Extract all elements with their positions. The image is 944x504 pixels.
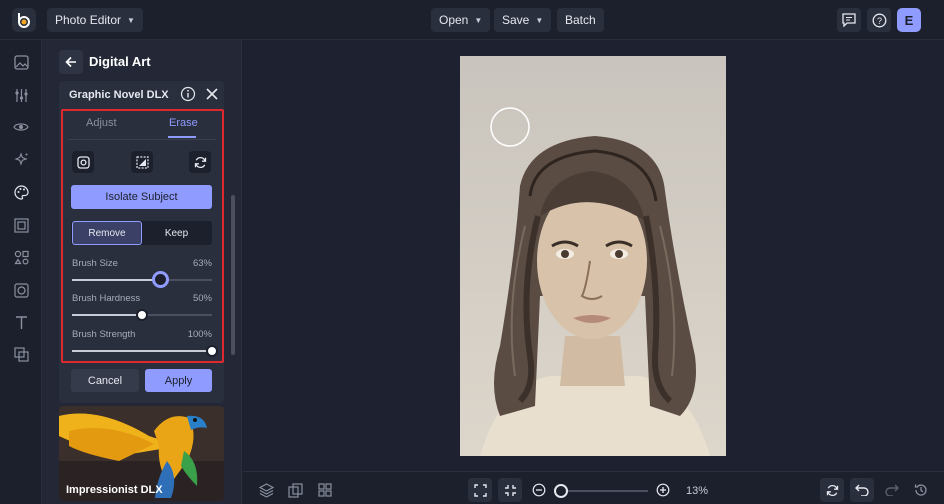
chevron-down-icon: ▼ xyxy=(474,15,483,25)
tab-adjust[interactable]: Adjust xyxy=(86,117,117,129)
refresh-icon xyxy=(826,484,838,496)
effect-thumbnail[interactable]: Impressionist DLX xyxy=(59,406,224,501)
app-menu-label: Photo Editor xyxy=(55,13,122,27)
adjust-sliders-icon[interactable] xyxy=(13,87,29,103)
brush-strength-value: 100% xyxy=(187,329,212,340)
brush-size-value: 63% xyxy=(192,258,212,269)
brush-strength-label: Brush Strength xyxy=(72,329,136,340)
frame-icon[interactable] xyxy=(13,217,29,233)
svg-text:?: ? xyxy=(876,15,881,25)
brush-strength-fill xyxy=(72,350,212,352)
tab-divider xyxy=(68,139,216,140)
collapse-icon xyxy=(504,484,516,496)
brush-strength-handle[interactable] xyxy=(206,345,218,357)
brush-size-fill xyxy=(72,279,161,281)
zoom-slider[interactable] xyxy=(558,490,648,492)
panel-title: Digital Art xyxy=(89,54,151,69)
brush-hardness-label: Brush Hardness xyxy=(72,293,141,304)
save-button[interactable]: Save ▼ xyxy=(494,8,552,32)
zoom-out-icon[interactable] xyxy=(529,480,549,500)
graphics-icon[interactable] xyxy=(13,249,29,265)
zoom-level: 13% xyxy=(686,485,709,497)
square-circle-icon xyxy=(76,155,90,169)
brush-size-label: Brush Size xyxy=(72,258,118,269)
eye-icon[interactable] xyxy=(13,119,29,135)
logo-icon xyxy=(18,13,30,28)
batch-label: Batch xyxy=(565,13,596,27)
zoom-slider-handle[interactable] xyxy=(554,484,568,498)
sparkle-effects-icon[interactable] xyxy=(13,151,29,167)
text-icon[interactable] xyxy=(13,314,29,330)
undo-icon xyxy=(855,484,869,496)
user-avatar[interactable]: E xyxy=(897,8,921,32)
brush-size-slider[interactable] xyxy=(72,279,212,281)
effect-thumbnail-label: Impressionist DLX xyxy=(66,484,163,496)
rotate-button[interactable] xyxy=(820,478,844,502)
effect-name: Graphic Novel DLX xyxy=(69,89,169,101)
brush-strength-slider[interactable] xyxy=(72,350,212,352)
keep-mode-button[interactable]: Keep xyxy=(142,221,211,245)
comments-button[interactable] xyxy=(837,8,861,32)
help-button[interactable]: ? xyxy=(867,8,891,32)
grid-icon[interactable] xyxy=(315,480,335,500)
batch-button[interactable]: Batch xyxy=(557,8,604,32)
refresh-icon xyxy=(194,156,206,168)
history-icon[interactable] xyxy=(911,480,931,500)
brush-size-handle[interactable] xyxy=(151,271,169,288)
layers-icon[interactable] xyxy=(256,480,276,500)
open-label: Open xyxy=(439,13,469,27)
help-icon: ? xyxy=(872,13,886,27)
active-tab-indicator xyxy=(168,136,196,138)
info-icon[interactable] xyxy=(180,86,196,102)
undo-button[interactable] xyxy=(850,478,874,502)
expand-icon xyxy=(473,483,487,497)
save-label: Save xyxy=(502,13,530,27)
app-menu-button[interactable]: Photo Editor ▼ xyxy=(47,8,143,32)
image-icon[interactable] xyxy=(13,54,29,70)
app-logo[interactable] xyxy=(12,8,36,32)
fit-to-screen-button[interactable] xyxy=(468,478,492,502)
photo-canvas[interactable] xyxy=(460,56,726,456)
comment-icon xyxy=(842,13,856,27)
zoom-in-icon[interactable] xyxy=(653,480,673,500)
tool-rail xyxy=(0,40,42,504)
brush-hardness-handle[interactable] xyxy=(136,309,148,321)
compare-icon[interactable] xyxy=(285,480,305,500)
arrow-left-icon xyxy=(65,56,76,68)
chevron-down-icon: ▼ xyxy=(127,15,135,25)
panel-scrollbar[interactable] xyxy=(231,195,235,355)
layers-design-icon[interactable] xyxy=(13,346,29,362)
overlay-icon[interactable] xyxy=(13,282,29,298)
portrait-image xyxy=(460,56,726,456)
brush-tool-button[interactable] xyxy=(72,151,94,173)
brush-hardness-value: 50% xyxy=(192,293,212,304)
brush-hardness-fill xyxy=(72,314,142,316)
chevron-down-icon: ▼ xyxy=(535,15,544,25)
close-icon[interactable] xyxy=(205,87,219,101)
remove-mode-button[interactable]: Remove xyxy=(72,221,142,245)
cancel-button[interactable]: Cancel xyxy=(71,369,139,392)
invert-icon xyxy=(135,155,149,169)
actual-size-button[interactable] xyxy=(498,478,522,502)
isolate-subject-button[interactable]: Isolate Subject xyxy=(71,185,212,209)
tab-erase[interactable]: Erase xyxy=(169,117,198,129)
reset-mask-button[interactable] xyxy=(189,151,211,173)
invert-mask-button[interactable] xyxy=(131,151,153,173)
palette-icon[interactable] xyxy=(13,184,29,200)
redo-icon[interactable] xyxy=(882,480,902,500)
back-button[interactable] xyxy=(59,50,83,74)
open-button[interactable]: Open ▼ xyxy=(431,8,491,32)
apply-button[interactable]: Apply xyxy=(145,369,212,392)
